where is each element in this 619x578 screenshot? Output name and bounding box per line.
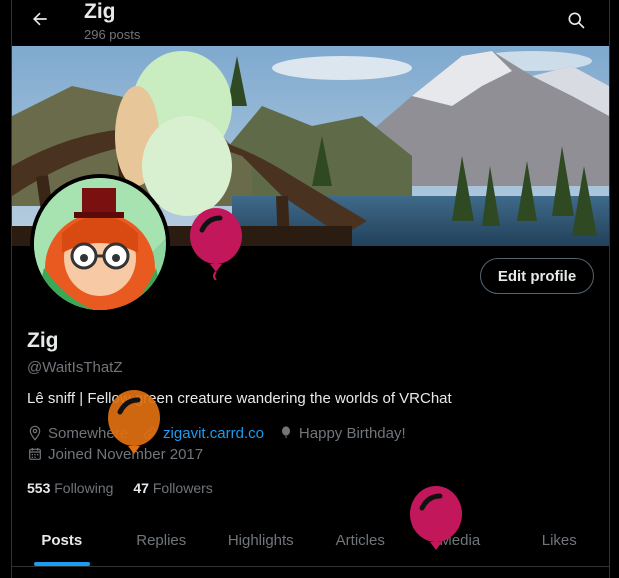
column-border-right <box>609 0 610 578</box>
tab-label: Articles <box>335 531 385 549</box>
back-button[interactable] <box>26 5 54 33</box>
follow-stats: 553 Following 47 Followers <box>27 480 233 496</box>
search-icon <box>568 12 585 29</box>
profile-bio: Lê sniff | Fellow green creature wanderi… <box>27 390 452 407</box>
following-label: Following <box>54 480 114 496</box>
tab-likes[interactable]: Likes <box>510 514 610 566</box>
birthday-text: Happy Birthday! <box>298 424 406 442</box>
balloon-decoration <box>410 486 462 550</box>
profile-tabs: Posts Replies Highlights Articles Media … <box>12 514 609 567</box>
avatar-image <box>34 178 166 310</box>
location-icon <box>29 425 41 441</box>
back-arrow-icon <box>33 12 47 26</box>
followers-link[interactable]: 47 Followers <box>133 480 212 496</box>
tab-replies[interactable]: Replies <box>112 514 212 566</box>
tab-label: Replies <box>136 531 187 549</box>
profile-page: Zig 296 posts Edit profile Zig @WaitIsTh… <box>0 0 619 578</box>
profile-birthday: Happy Birthday! <box>278 425 406 442</box>
website-link[interactable]: zigavit.carrd.co <box>163 425 264 442</box>
tab-label: Posts <box>41 531 83 549</box>
profile-display-name: Zig <box>27 329 59 352</box>
header-post-count: 296 posts <box>84 27 141 42</box>
followers-count: 47 <box>133 480 149 496</box>
tab-highlights[interactable]: Highlights <box>211 514 311 566</box>
tab-posts[interactable]: Posts <box>12 514 112 566</box>
active-tab-indicator <box>33 562 90 566</box>
balloon-icon <box>281 426 290 438</box>
tab-label: Highlights <box>227 531 294 549</box>
balloon-decoration <box>190 208 242 280</box>
tab-label: Likes <box>541 531 577 549</box>
following-link[interactable]: 553 Following <box>27 480 113 496</box>
profile-handle: @WaitIsThatZ <box>27 359 123 376</box>
profile-avatar[interactable] <box>30 174 170 314</box>
following-count: 553 <box>27 480 51 496</box>
header-name: Zig <box>84 0 116 23</box>
tab-articles[interactable]: Articles <box>311 514 411 566</box>
balloon-decoration <box>108 390 160 454</box>
calendar-icon <box>29 448 41 460</box>
profile-header-bar: Zig 296 posts <box>12 0 609 46</box>
followers-label: Followers <box>152 480 213 496</box>
profile-meta: Somewhere zigavit.carrd.co Happy Birthda… <box>27 423 420 443</box>
edit-profile-button[interactable]: Edit profile <box>480 258 594 294</box>
search-button[interactable] <box>562 6 590 34</box>
